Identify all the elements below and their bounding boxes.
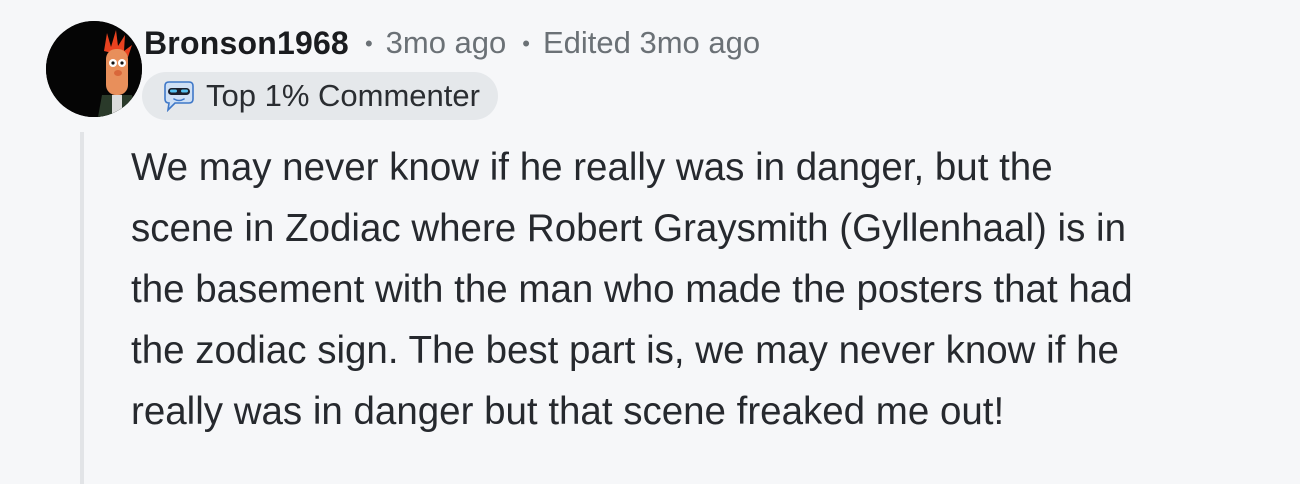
top-commenter-badge[interactable]: Top 1% Commenter	[142, 72, 498, 120]
comment-meta: Bronson1968 • 3mo ago • Edited 3mo ago	[144, 22, 760, 64]
comment-line: We may never know if he really was in da…	[131, 146, 1053, 189]
author-name[interactable]: Bronson1968	[144, 25, 349, 62]
comment-line: the basement with the man who made the p…	[131, 268, 1133, 311]
comment-line: scene in Zodiac where Robert Graysmith (…	[131, 207, 1126, 250]
badge-label: Top 1% Commenter	[206, 78, 480, 113]
timestamp[interactable]: 3mo ago	[386, 25, 507, 61]
comment-line: the zodiac sign. The best part is, we ma…	[131, 329, 1119, 372]
beaker-muppet-avatar-icon	[46, 21, 142, 117]
thread-line[interactable]	[80, 132, 84, 484]
comment-body: We may never know if he really was in da…	[131, 137, 1291, 442]
avatar[interactable]	[46, 21, 142, 117]
edited-label: Edited 3mo ago	[542, 25, 761, 60]
comment-line: really was in danger but that scene frea…	[131, 390, 1005, 433]
separator-dot: •	[522, 31, 530, 56]
top-commenter-icon	[164, 81, 194, 112]
separator-dot: •	[364, 31, 373, 56]
